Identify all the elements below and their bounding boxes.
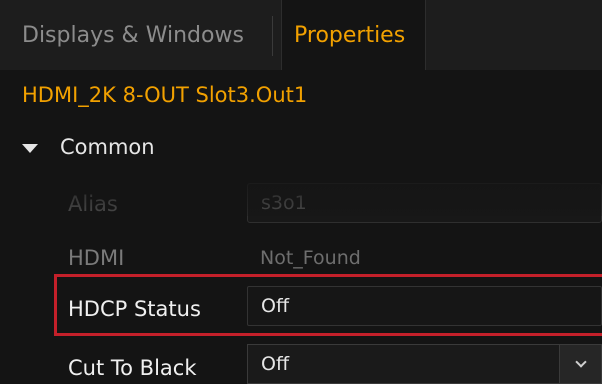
- cut-to-black-select[interactable]: Off: [247, 344, 559, 384]
- hdmi-value: Not_Found: [260, 247, 361, 269]
- expand-triangle-icon[interactable]: [22, 143, 38, 153]
- highlight-box: [54, 274, 602, 336]
- section-common-header[interactable]: Common: [22, 132, 155, 162]
- alias-label: Alias: [68, 192, 118, 216]
- hdmi-label: HDMI: [68, 246, 125, 270]
- cut-to-black-label: Cut To Black: [68, 356, 197, 380]
- tab-displays-windows-label: Displays & Windows: [22, 22, 244, 48]
- tab-displays-windows[interactable]: Displays & Windows: [22, 0, 280, 70]
- tab-properties[interactable]: Properties: [281, 0, 426, 70]
- tab-properties-label: Properties: [294, 22, 406, 48]
- alias-field[interactable]: s3o1: [247, 183, 602, 223]
- chevron-down-icon: [574, 356, 587, 368]
- section-common-label: Common: [60, 135, 155, 159]
- cut-to-black-dropdown-button[interactable]: [559, 344, 602, 384]
- device-title: HDMI_2K 8-OUT Slot3.Out1: [22, 83, 308, 107]
- tab-bar: Displays & Windows Properties: [0, 0, 602, 70]
- tab-divider: [272, 16, 273, 56]
